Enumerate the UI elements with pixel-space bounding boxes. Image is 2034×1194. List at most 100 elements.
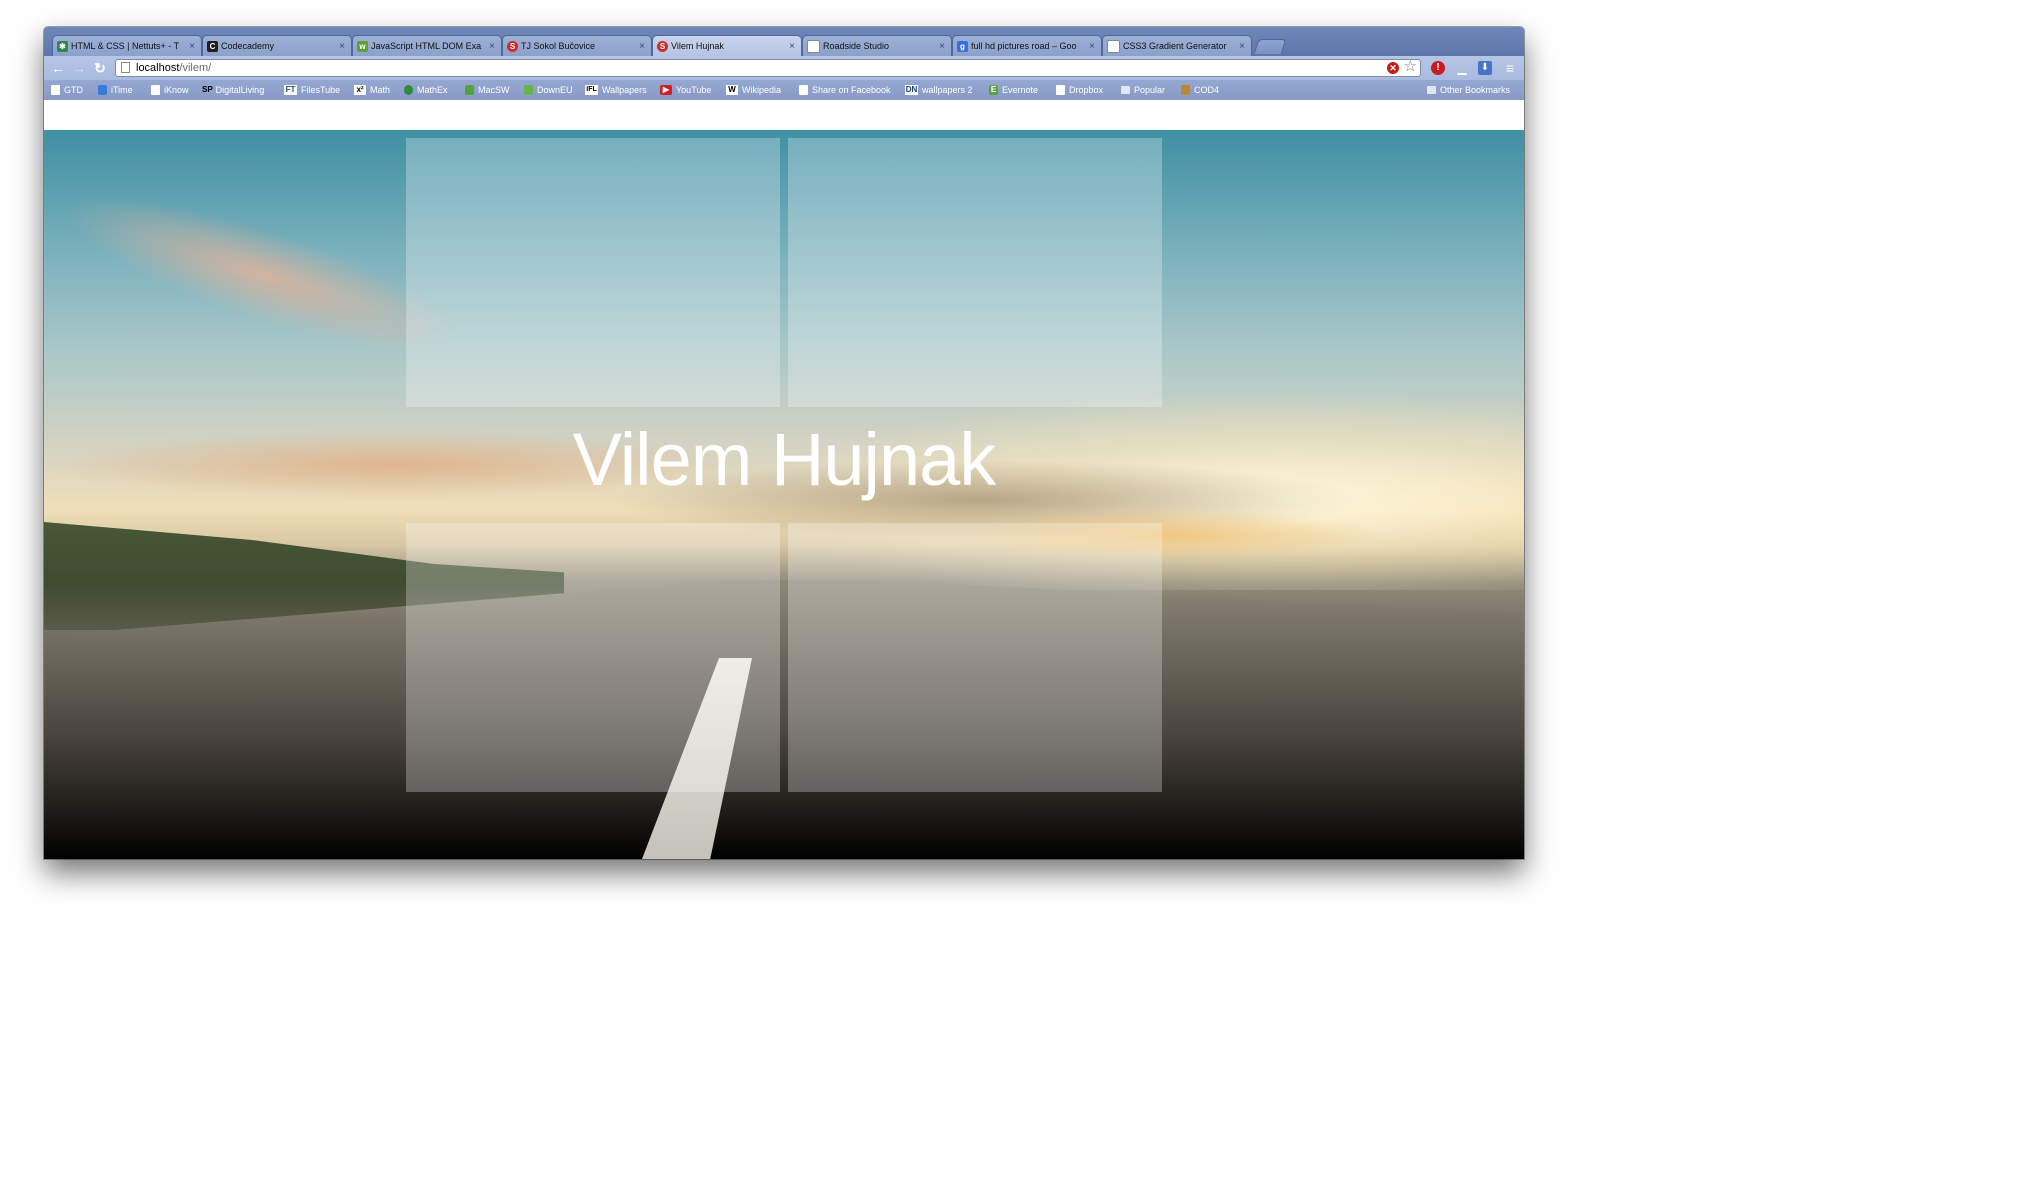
back-arrow-icon[interactable]: ← [50,60,66,76]
tab-label: CSS3 Gradient Generator [1123,41,1227,51]
bookmark-evernote[interactable]: E Evernote [989,84,1038,96]
tile-bottom-right[interactable] [788,523,1162,792]
bookmark-filestube[interactable]: FT FilesTube [284,84,340,96]
bookmark-label: GTD [64,85,83,95]
tab-label: Vilem Hujnak [671,41,724,51]
bookmark-cod4[interactable]: COD4 [1181,84,1219,96]
close-icon[interactable]: × [785,41,795,52]
folder-icon [1121,86,1130,94]
tile-top-left[interactable] [406,138,780,407]
bookmark-star-icon[interactable]: ☆ [1404,59,1417,75]
bookmark-downeu[interactable]: DownEU [524,84,573,96]
bookmark-math[interactable]: x² Math [354,84,390,96]
extension-icon[interactable]: ▁ [1454,60,1470,76]
close-icon[interactable]: × [335,41,345,52]
youtube-icon: ▶ [660,85,672,95]
page-icon [1107,39,1120,53]
bookmark-label: Share on Facebook [812,85,891,95]
hero-background-image: Vilem Hujnak [44,130,1524,859]
close-icon[interactable]: × [635,41,645,52]
bookmark-wallpapers[interactable]: IFL Wallpapers [585,84,647,96]
bookmark-label: wallpapers 2 [922,85,973,95]
bookmark-gtd[interactable]: GTD [51,84,83,96]
tab-label: Roadside Studio [823,41,890,51]
bookmark-label: Popular [1134,85,1166,95]
filestube-icon: FT [284,85,297,95]
bookmark-share-facebook[interactable]: Share on Facebook [799,84,891,96]
close-icon[interactable]: × [1085,41,1095,52]
bookmark-youtube[interactable]: ▶ YouTube [660,84,711,96]
bookmarks-bar: GTD iTime iKnow SP DigitalLiving FT FilesT… [44,80,1524,100]
tab-w3schools[interactable]: w JavaScript HTML DOM Exa × [352,35,502,56]
nettuts-favicon-icon: ✱ [57,40,68,52]
page-icon [1056,85,1065,95]
bookmark-label: MacSW [478,85,510,95]
bookmark-macsw[interactable]: MacSW [465,84,510,96]
folder-icon [1427,86,1436,94]
new-tab-button[interactable] [1253,39,1287,54]
tab-label: TJ Sokol Bučovice [521,41,596,51]
bookmark-label: Wallpapers [602,85,647,95]
evernote-icon: E [989,85,998,95]
bookmark-label: DigitalLiving [215,85,265,95]
tab-vilem-hujnak[interactable]: S Vilem Hujnak × [652,35,802,56]
bookmark-label: Dropbox [1069,85,1104,95]
page-icon [51,85,60,95]
bookmark-label: Math [370,85,391,95]
tab-label: HTML & CSS | Nettuts+ - T [71,41,180,51]
w3schools-favicon-icon: w [357,40,368,52]
google-favicon-icon: g [957,40,968,52]
close-icon[interactable]: × [935,41,945,52]
download-icon[interactable]: ⬇ [1478,61,1492,75]
itime-icon [98,85,107,95]
page-icon [799,85,808,95]
bookmark-dropbox[interactable]: Dropbox [1056,84,1103,96]
tile-top-right[interactable] [788,138,1162,407]
bookmark-label: Other Bookmarks [1440,85,1511,95]
close-icon[interactable]: × [1235,41,1245,52]
page-icon [807,39,820,53]
tab-roadside-studio[interactable]: Roadside Studio × [802,35,952,56]
road [44,580,1524,859]
tab-google-search[interactable]: g full hd pictures road – Goo × [952,35,1102,56]
page-icon [151,85,160,95]
tile-bottom-left[interactable] [406,523,780,792]
cod4-icon [1181,85,1190,95]
bookmark-label: Wikipedia [742,85,782,95]
math-icon: x² [354,85,366,95]
close-icon[interactable]: × [485,41,495,52]
bookmark-label: iTime [111,85,133,95]
tab-sokol[interactable]: S TJ Sokol Bučovice × [502,35,652,56]
bookmark-label: iKnow [164,85,189,95]
bookmark-wikipedia[interactable]: W Wikipedia [726,84,781,96]
sokol-favicon-icon: S [507,40,518,52]
mathex-icon [404,85,413,95]
bookmark-digitalliving[interactable]: SP DigitalLiving [202,84,264,96]
bookmark-label: COD4 [1194,85,1220,95]
tab-codecademy[interactable]: C Codecademy × [202,35,352,56]
tab-css3-gradient[interactable]: CSS3 Gradient Generator × [1102,35,1252,56]
blocked-icon[interactable]: ✕ [1387,62,1399,74]
wikipedia-icon: W [726,85,738,95]
bookmark-label: YouTube [676,85,712,95]
close-icon[interactable]: × [185,41,195,52]
dn-icon: DN [905,85,918,95]
bookmark-itime[interactable]: iTime [98,84,133,96]
bookmark-folder-popular[interactable]: Popular [1121,84,1165,96]
adblock-icon[interactable]: ! [1431,61,1445,75]
address-bar[interactable]: localhost/vilem/ ✕ ☆ [115,59,1421,77]
tab-nettuts[interactable]: ✱ HTML & CSS | Nettuts+ - T × [52,35,202,56]
menu-icon[interactable]: ≡ [1502,60,1518,76]
tab-label: JavaScript HTML DOM Exa [371,41,482,51]
sp-icon: SP [202,85,213,94]
reload-icon[interactable]: ↻ [92,60,108,76]
tab-strip: ✱ HTML & CSS | Nettuts+ - T × C Codecade… [44,27,1524,56]
other-bookmarks-folder[interactable]: Other Bookmarks [1427,84,1510,96]
forward-arrow-icon[interactable]: → [71,60,87,76]
browser-toolbar: ← → ↻ localhost/vilem/ ✕ ☆ ! ▁ ⬇ ≡ [44,56,1524,80]
bookmark-iknow[interactable]: iKnow [151,84,189,96]
bookmark-wallpapers-2[interactable]: DN wallpapers 2 [905,84,973,96]
bookmark-mathex[interactable]: MathEx [404,84,448,96]
page-icon [121,62,130,73]
bookmark-label: FilesTube [301,85,341,95]
